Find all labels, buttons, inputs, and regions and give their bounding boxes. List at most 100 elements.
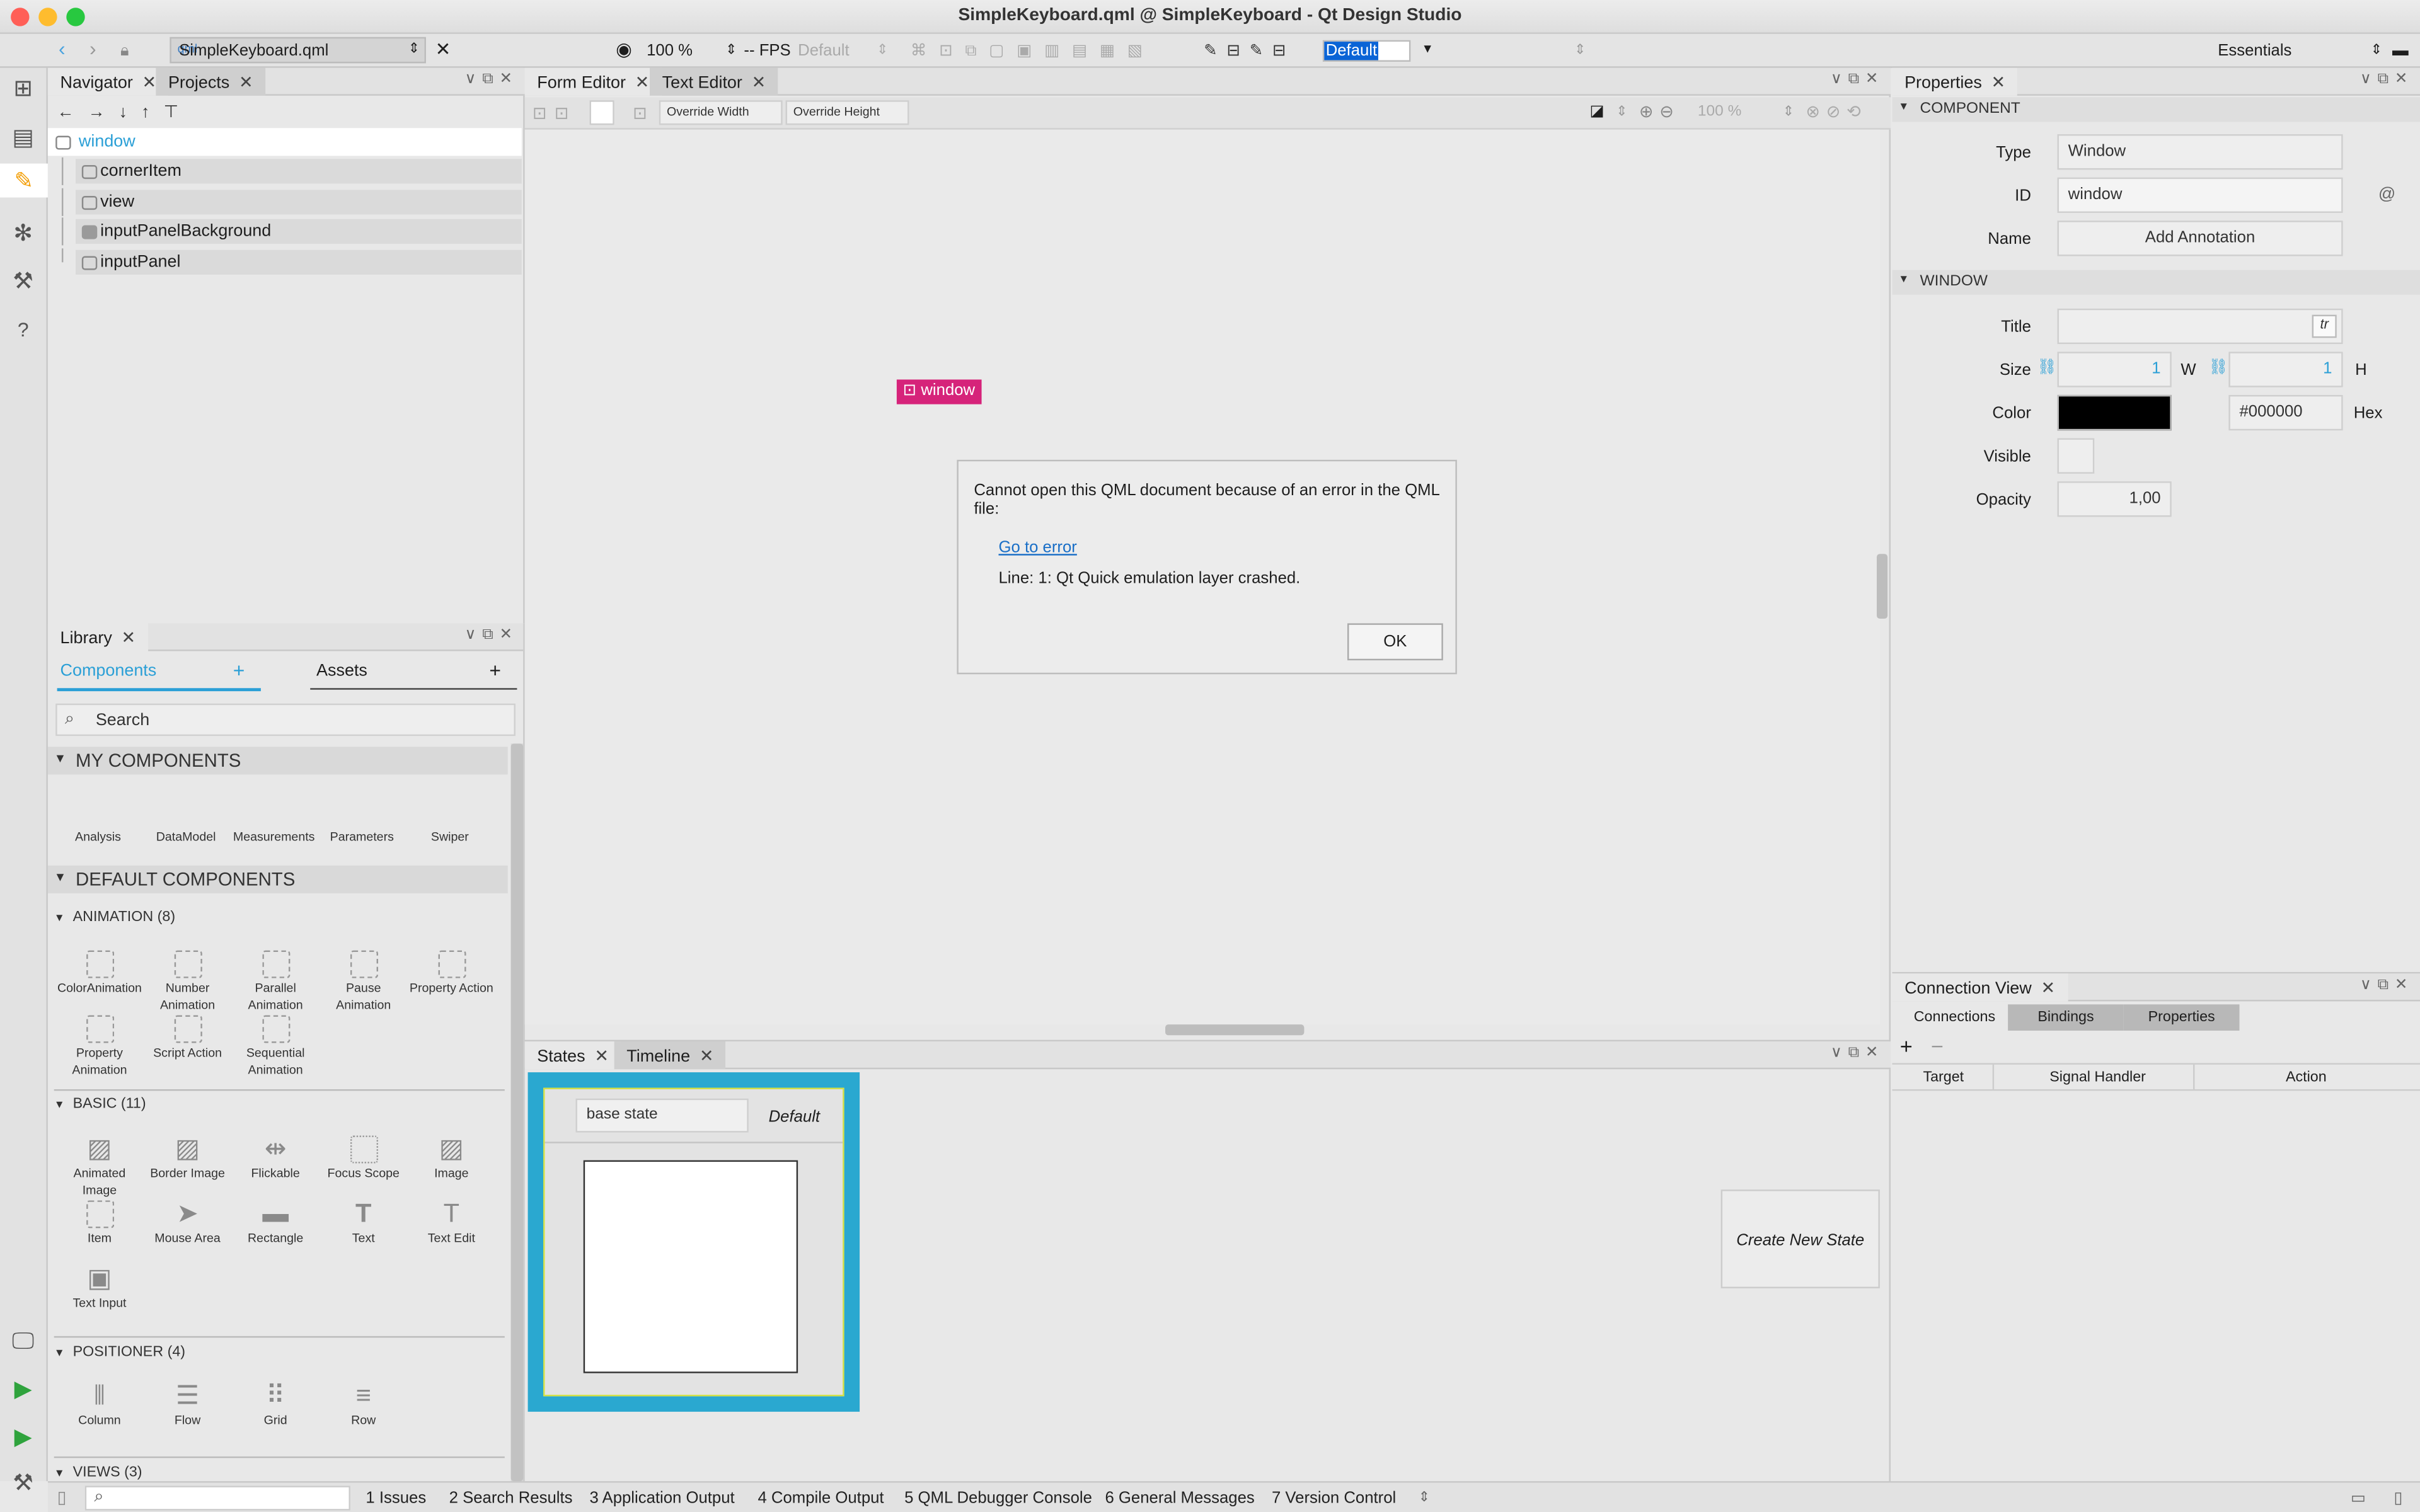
- compile-output-pane-button[interactable]: 4 Compile Output: [758, 1489, 884, 1507]
- height-input[interactable]: 1: [2228, 352, 2343, 387]
- translate-button[interactable]: tr: [2312, 314, 2337, 338]
- add-connection-icon[interactable]: +: [1900, 1034, 1913, 1058]
- chevron-down-icon[interactable]: ▼: [1422, 42, 1434, 55]
- progress-details-icon[interactable]: ▭: [2351, 1489, 2366, 1507]
- selection-tools-icon[interactable]: ⊡⊡: [533, 103, 577, 123]
- close-icon[interactable]: ✕: [122, 629, 136, 648]
- tab-navigator[interactable]: Navigator ✕: [47, 67, 169, 96]
- item-coloranimation[interactable]: ColorAnimation: [55, 950, 144, 998]
- tab-assets[interactable]: Assets: [316, 662, 367, 680]
- version-control-pane-button[interactable]: 7 Version Control: [1272, 1489, 1396, 1507]
- back-icon[interactable]: ‹: [59, 37, 66, 60]
- item-text[interactable]: T Text: [320, 1200, 408, 1247]
- workspace-select[interactable]: Essentials: [2218, 42, 2291, 60]
- item-parallelanimation[interactable]: Parallel Animation: [231, 950, 320, 1015]
- remove-connection-icon[interactable]: −: [1931, 1034, 1944, 1058]
- color-swatch[interactable]: [2057, 394, 2172, 431]
- close-icon[interactable]: ✕: [2041, 980, 2055, 998]
- panel-window-controls[interactable]: ∨⧉✕: [2360, 71, 2414, 88]
- tab-connection-view[interactable]: Connection View ✕: [1892, 973, 2068, 1002]
- item-grid[interactable]: ⠿ Grid: [231, 1382, 320, 1429]
- opacity-input[interactable]: 1,00: [2057, 481, 2172, 517]
- debug-run-icon[interactable]: ▶: [6, 1419, 40, 1453]
- forward-icon[interactable]: ›: [89, 37, 96, 60]
- link-icon[interactable]: ⛓: [2209, 360, 2228, 377]
- panel-window-controls[interactable]: ∨⧉✕: [465, 626, 519, 643]
- item-flow[interactable]: ☰ Flow: [144, 1382, 232, 1429]
- item-mousearea[interactable]: ➤ Mouse Area: [144, 1200, 232, 1247]
- chevron-updown-icon[interactable]: ⇕: [1419, 1489, 1430, 1506]
- feedback-icon[interactable]: ▬: [2392, 42, 2409, 60]
- live-preview-icon[interactable]: ◉: [616, 38, 632, 60]
- panel-window-controls[interactable]: ∨⧉✕: [465, 71, 519, 88]
- tree-item-view[interactable]: view: [48, 188, 522, 216]
- section-views[interactable]: ▼ VIEWS (3): [54, 1464, 142, 1481]
- canvas-horizontal-scrollbar[interactable]: [1165, 1024, 1305, 1036]
- item-flickable[interactable]: ⇹ Flickable: [231, 1135, 320, 1183]
- ok-button[interactable]: OK: [1347, 623, 1443, 661]
- issues-pane-button[interactable]: 1 Issues: [366, 1489, 426, 1507]
- section-window[interactable]: ▼ WINDOW: [1892, 270, 2420, 295]
- arrow-up-icon[interactable]: ↑: [141, 103, 149, 121]
- item-scriptaction[interactable]: Script Action: [144, 1015, 232, 1062]
- tree-item-inputpanel[interactable]: inputPanel: [48, 248, 522, 276]
- locator-input[interactable]: ⌕: [84, 1486, 350, 1511]
- tab-properties[interactable]: Properties ✕: [1892, 67, 2018, 96]
- component-datamodel[interactable]: DataModel: [142, 830, 230, 847]
- debug-mode-icon[interactable]: ✻: [6, 216, 40, 250]
- tab-components[interactable]: Components: [60, 662, 157, 680]
- base-state-card[interactable]: base state Default: [527, 1072, 860, 1412]
- arrow-down-icon[interactable]: ↓: [119, 103, 127, 121]
- go-to-error-link[interactable]: Go to error: [999, 539, 1077, 557]
- close-icon[interactable]: ✕: [700, 1048, 714, 1066]
- tab-connections[interactable]: Connections: [1892, 1004, 2008, 1031]
- link-icon[interactable]: ⛓: [2037, 360, 2057, 377]
- close-icon[interactable]: ✕: [635, 74, 650, 93]
- item-image[interactable]: ▨ Image: [408, 1135, 496, 1183]
- state-name-input[interactable]: base state: [575, 1098, 749, 1133]
- zoom-tools-icon[interactable]: ⊕⊖: [1639, 102, 1680, 122]
- type-field[interactable]: Window: [2057, 134, 2343, 170]
- item-propertyaction[interactable]: Property Action: [408, 950, 496, 998]
- add-asset-icon[interactable]: +: [489, 659, 501, 682]
- sidebar-toggle-icon[interactable]: ▯: [57, 1487, 67, 1507]
- color-hex-input[interactable]: #000000: [2228, 394, 2343, 431]
- component-measurements[interactable]: Measurements: [230, 830, 318, 847]
- fit-tools-icon[interactable]: ⊗⊘⟲: [1806, 102, 1867, 122]
- tab-form-editor[interactable]: Form Editor ✕: [524, 67, 662, 96]
- panel-window-controls[interactable]: ∨⧉✕: [1831, 71, 1884, 88]
- help-mode-icon[interactable]: ?: [6, 312, 40, 346]
- item-rectangle[interactable]: ▬ Rectangle: [231, 1200, 320, 1247]
- override-height-input[interactable]: Override Height: [785, 100, 909, 125]
- item-borderimage[interactable]: ▨ Border Image: [144, 1135, 232, 1183]
- item-focusscope[interactable]: Focus Scope: [320, 1135, 408, 1183]
- edit-mode-icon[interactable]: ▤: [6, 120, 40, 154]
- item-sequentialanimation[interactable]: Sequential Animation: [231, 1015, 320, 1079]
- general-messages-pane-button[interactable]: 6 General Messages: [1105, 1489, 1254, 1507]
- fps-mode-select[interactable]: Default: [798, 42, 850, 60]
- design-mode-icon[interactable]: ✎: [0, 163, 48, 198]
- form-editor-canvas[interactable]: ⊡ window Cannot open this QML document b…: [524, 129, 1888, 1036]
- library-search-input[interactable]: ⌕ Search: [55, 703, 516, 736]
- close-icon[interactable]: ✕: [752, 74, 766, 93]
- search-results-pane-button[interactable]: 2 Search Results: [449, 1489, 573, 1507]
- visible-checkbox[interactable]: [2057, 438, 2095, 474]
- editor-zoom-select[interactable]: 100 %: [1698, 103, 1741, 120]
- item-numberanimation[interactable]: Number Animation: [144, 950, 232, 1015]
- id-input[interactable]: window: [2057, 177, 2343, 213]
- state-select[interactable]: Default: [1322, 40, 1411, 62]
- background-color-icon[interactable]: ◪: [1589, 103, 1604, 120]
- component-swiper[interactable]: Swiper: [406, 830, 494, 847]
- tab-library[interactable]: Library ✕: [47, 623, 148, 651]
- item-column[interactable]: ⦀ Column: [55, 1382, 144, 1429]
- lock-icon[interactable]: 🔒︎: [120, 42, 129, 62]
- item-pauseanimation[interactable]: Pause Animation: [320, 950, 408, 1015]
- tab-connection-properties[interactable]: Properties: [2123, 1004, 2240, 1031]
- section-positioner[interactable]: ▼ POSITIONER (4): [54, 1344, 185, 1361]
- panel-window-controls[interactable]: ∨⧉✕: [1831, 1045, 1884, 1062]
- close-icon[interactable]: ✕: [239, 74, 253, 93]
- item-textedit[interactable]: T Text Edit: [408, 1200, 496, 1247]
- close-icon[interactable]: ✕: [1991, 74, 2006, 93]
- component-analysis[interactable]: Analysis: [54, 830, 142, 847]
- add-component-icon[interactable]: +: [233, 659, 245, 682]
